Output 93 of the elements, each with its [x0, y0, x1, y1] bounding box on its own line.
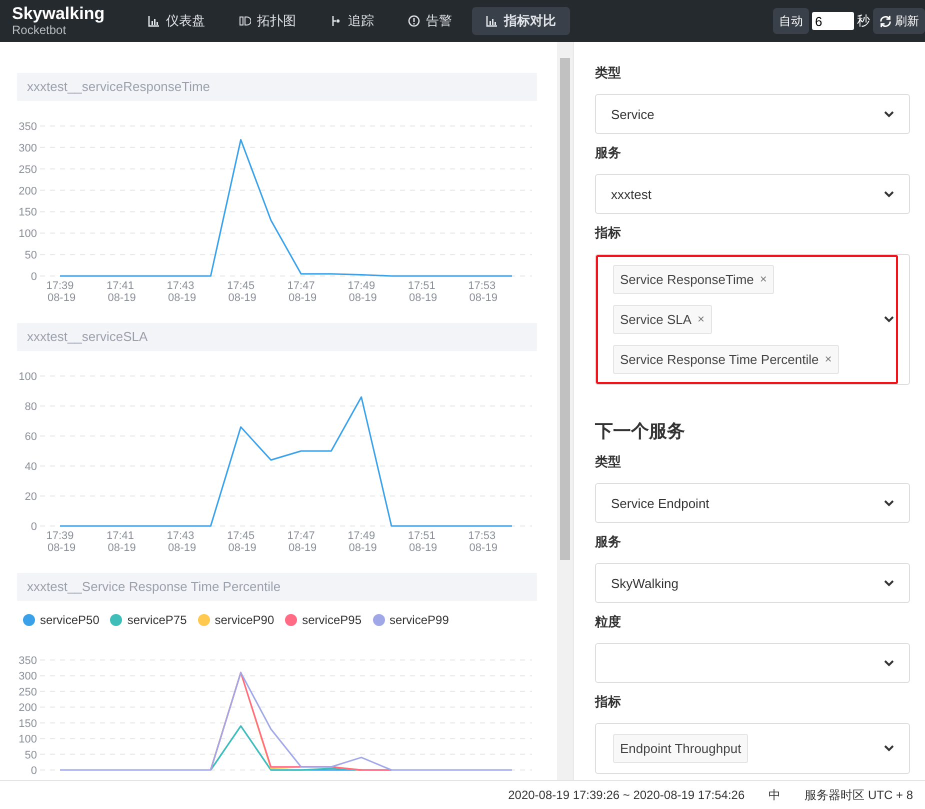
axis-label: 350 — [18, 121, 37, 133]
metric-tag[interactable]: Service ResponseTime × — [613, 265, 774, 294]
select-field[interactable] — [595, 643, 910, 683]
language-toggle[interactable]: 中 — [768, 786, 781, 804]
multi-select-field[interactable]: Endpoint Throughput — [595, 723, 910, 774]
metric-tag[interactable]: Service Response Time Percentile × — [613, 345, 839, 374]
nav-tab[interactable]: 拓扑图 — [225, 7, 310, 35]
interval-field[interactable]: 6 — [812, 12, 854, 30]
axis-label: 350 — [18, 655, 37, 667]
axis-label: 17:39 08-19 — [46, 530, 76, 554]
axis-label: 17:39 08-19 — [46, 280, 76, 304]
nav-tab[interactable]: 告警 — [394, 7, 466, 35]
field-label: 类型 — [595, 64, 622, 82]
bar-chart-icon — [148, 15, 160, 27]
axis-label: 200 — [18, 702, 37, 714]
axis-label: 17:41 08-19 — [106, 280, 136, 304]
time-range[interactable]: 2020-08-19 17:39:26 ~ 2020-08-19 17:54:26 — [508, 788, 745, 802]
axis-label: 17:43 08-19 — [166, 530, 196, 554]
chevron-down-icon — [884, 500, 894, 506]
axis-label: 17:47 08-19 — [287, 530, 317, 554]
axis-label: 200 — [18, 185, 37, 198]
axis-label: 150 — [18, 718, 37, 730]
axis-label: 0 — [30, 765, 37, 777]
axis-label: 50 — [24, 250, 37, 262]
refresh-button[interactable]: 刷新 — [873, 8, 925, 34]
logo-subtitle: Rocketbot — [12, 23, 68, 37]
axis-label: 17:43 08-19 — [166, 280, 196, 304]
axis-label: 50 — [24, 749, 37, 762]
select-field[interactable]: SkyWalking — [595, 563, 910, 603]
chart-title: xxxtest__serviceResponseTime — [17, 73, 537, 101]
axis-label: 250 — [18, 686, 37, 698]
section-heading: 下一个服务 — [595, 420, 686, 443]
axis-label: 40 — [24, 461, 37, 473]
legend-item[interactable]: serviceP95 — [285, 613, 362, 627]
axis-label: 300 — [18, 670, 37, 683]
axis-label: 0 — [30, 521, 37, 533]
logo: Skywalking — [12, 5, 106, 23]
axis-label: 17:45 08-19 — [227, 280, 256, 304]
bar-chart-icon — [486, 15, 498, 27]
field-label: 服务 — [595, 144, 622, 162]
chevron-down-icon — [884, 190, 894, 198]
chevron-down-icon — [884, 745, 894, 752]
chevron-down-icon — [884, 110, 894, 118]
axis-label: 150 — [18, 206, 37, 219]
axis-label: 17:51 08-19 — [408, 530, 438, 554]
alert-icon — [408, 15, 420, 27]
chevron-down-icon — [884, 580, 894, 586]
legend-item[interactable]: serviceP90 — [198, 613, 274, 627]
axis-label: 17:41 08-19 — [106, 530, 136, 554]
branch-icon — [330, 15, 342, 27]
nav-tab[interactable]: 追踪 — [316, 7, 388, 35]
field-label: 指标 — [595, 693, 622, 711]
metric-tag[interactable]: Service SLA × — [613, 305, 712, 334]
chart-title: xxxtest__serviceSLA — [17, 323, 537, 351]
axis-label: 60 — [24, 431, 37, 443]
refresh-icon — [879, 14, 892, 28]
field-label: 粒度 — [595, 613, 622, 631]
field-label: 类型 — [595, 453, 622, 471]
nav-tab[interactable]: 仪表盘 — [134, 7, 219, 35]
legend-item[interactable]: serviceP99 — [372, 613, 449, 627]
axis-label: 100 — [18, 228, 37, 240]
chevron-down-icon — [884, 660, 894, 666]
auto-refresh-button[interactable]: 自动 — [773, 8, 809, 34]
interval-unit: 秒 — [857, 12, 870, 30]
axis-label: 17:53 08-19 — [468, 530, 498, 554]
axis-label: 20 — [24, 491, 37, 503]
axis-label: 17:53 08-19 — [468, 280, 498, 304]
scrollbar[interactable] — [557, 42, 573, 780]
legend-item[interactable]: serviceP75 — [110, 613, 187, 627]
legend-item[interactable]: serviceP50 — [23, 613, 100, 627]
multi-select-field[interactable]: Service ResponseTime × Service SLA × Service Response Time Percentile × — [595, 254, 910, 385]
field-label: 服务 — [595, 533, 622, 551]
chevron-down-icon — [884, 316, 894, 323]
timezone-label: 服务器时区 UTC + 8 — [804, 786, 913, 804]
axis-label: 100 — [18, 371, 37, 383]
select-field[interactable]: xxxtest — [595, 174, 910, 214]
topology-icon — [239, 15, 251, 27]
axis-label: 0 — [30, 271, 37, 283]
nav-tab[interactable]: 指标对比 — [472, 7, 570, 35]
axis-label: 100 — [18, 734, 37, 746]
chart-title: xxxtest__Service Response Time Percentile — [17, 573, 537, 601]
field-label: 指标 — [595, 224, 622, 242]
select-field[interactable]: Service — [595, 94, 910, 134]
axis-label: 17:51 08-19 — [408, 280, 438, 304]
axis-label: 17:49 08-19 — [348, 280, 377, 304]
axis-label: 17:49 08-19 — [348, 530, 377, 554]
metric-tag[interactable]: Endpoint Throughput — [613, 734, 748, 763]
axis-label: 300 — [18, 142, 37, 154]
select-field[interactable]: Service Endpoint — [595, 483, 910, 523]
axis-label: 250 — [18, 164, 37, 176]
axis-label: 80 — [24, 401, 37, 413]
axis-label: 17:47 08-19 — [287, 280, 317, 304]
axis-label: 17:45 08-19 — [227, 530, 256, 554]
